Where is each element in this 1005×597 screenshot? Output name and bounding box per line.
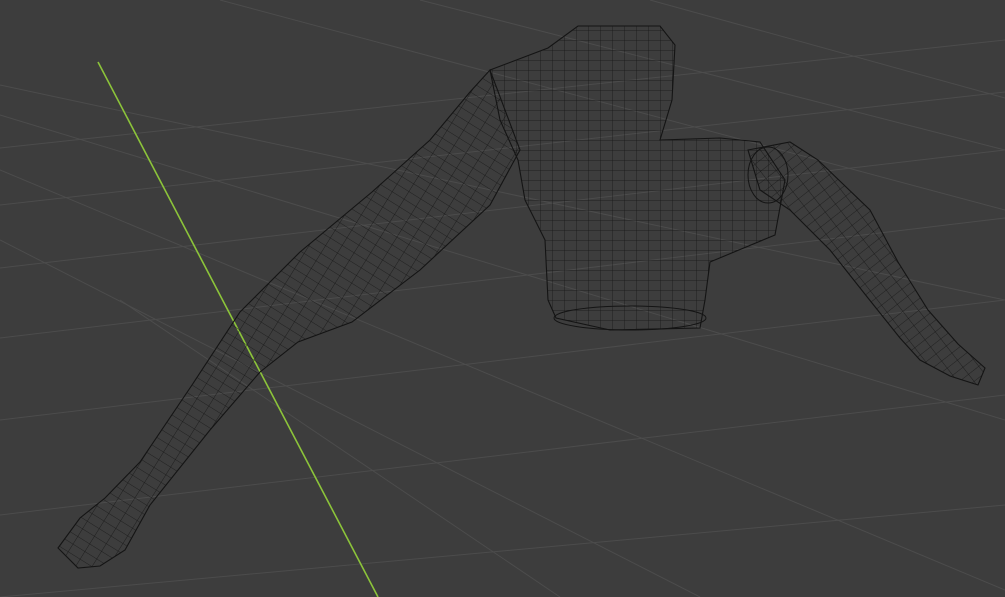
viewport-scene[interactable]: [0, 0, 1005, 597]
3d-viewport[interactable]: [0, 0, 1005, 597]
